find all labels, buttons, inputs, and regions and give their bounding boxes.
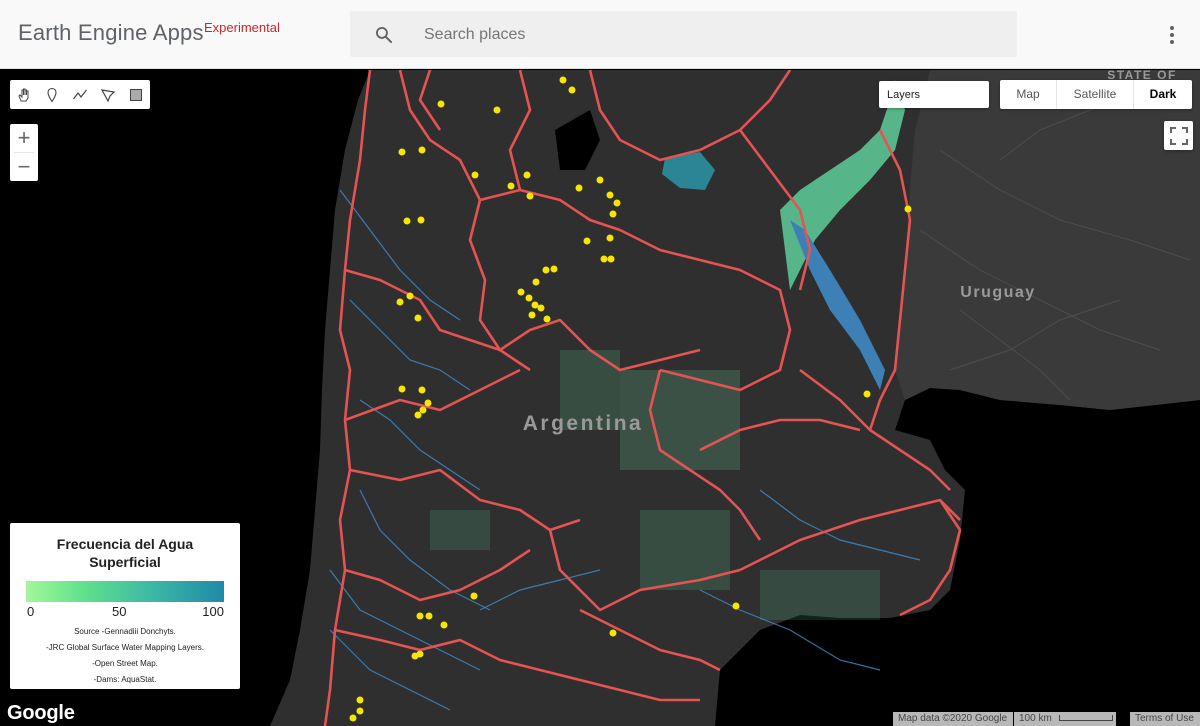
scale-label: 100 km bbox=[1019, 713, 1052, 724]
scale-bar[interactable]: 100 km bbox=[1014, 712, 1116, 726]
map-type-dark[interactable]: Dark bbox=[1134, 80, 1192, 109]
legend-source-4: -Dams: AquaStat. bbox=[93, 675, 157, 684]
map-data-attribution[interactable]: Map data ©2020 Google bbox=[893, 712, 1013, 726]
terms-of-use-link[interactable]: Terms of Use bbox=[1130, 712, 1200, 726]
search-box[interactable] bbox=[350, 11, 1017, 59]
polygon-icon[interactable] bbox=[94, 80, 122, 109]
legend-gradient bbox=[26, 581, 224, 602]
map-label-uruguay: Uruguay bbox=[960, 284, 1035, 301]
uruguay-region bbox=[895, 70, 1200, 410]
map-type-control: Map Satellite Dark bbox=[1000, 80, 1192, 109]
layers-dropdown[interactable]: Layers bbox=[879, 81, 989, 108]
marker-icon[interactable] bbox=[38, 80, 66, 109]
hand-icon[interactable] bbox=[10, 80, 38, 109]
zoom-control: + − bbox=[10, 124, 38, 181]
scale-line bbox=[1058, 715, 1113, 722]
app-bar: Earth Engine Apps Experimental bbox=[0, 0, 1200, 69]
legend-source-3: -Open Street Map. bbox=[92, 659, 158, 668]
fullscreen-icon[interactable] bbox=[1164, 121, 1193, 150]
drawing-toolbar bbox=[10, 80, 150, 109]
legend-min: 0 bbox=[27, 604, 35, 619]
experimental-badge: Experimental bbox=[204, 20, 280, 35]
more-options-icon[interactable] bbox=[1162, 24, 1182, 46]
legend-panel: Frecuencia del Agua Superficial 0 50 100… bbox=[10, 523, 240, 689]
map-type-map[interactable]: Map bbox=[1000, 80, 1056, 109]
rectangle-icon[interactable] bbox=[122, 80, 150, 109]
zoom-out-button[interactable]: − bbox=[10, 153, 38, 181]
search-icon[interactable] bbox=[374, 25, 394, 45]
legend-max: 100 bbox=[202, 604, 224, 619]
legend-title: Frecuencia del Agua Superficial bbox=[56, 536, 194, 570]
legend-ticks: 0 50 100 bbox=[26, 604, 224, 620]
map-type-satellite[interactable]: Satellite bbox=[1057, 80, 1133, 109]
legend-source-1: Source -Gennadiii Donchyts. bbox=[74, 627, 176, 636]
google-logo: Google bbox=[7, 702, 75, 724]
legend-mid: 50 bbox=[112, 604, 127, 619]
zoom-in-button[interactable]: + bbox=[10, 124, 38, 152]
search-input[interactable] bbox=[422, 11, 986, 59]
app-title: Earth Engine Apps bbox=[18, 20, 204, 45]
map-label-argentina: Argentina bbox=[523, 412, 644, 435]
legend-source-2: -JRC Global Surface Water Mapping Layers… bbox=[46, 643, 204, 652]
line-icon[interactable] bbox=[66, 80, 94, 109]
